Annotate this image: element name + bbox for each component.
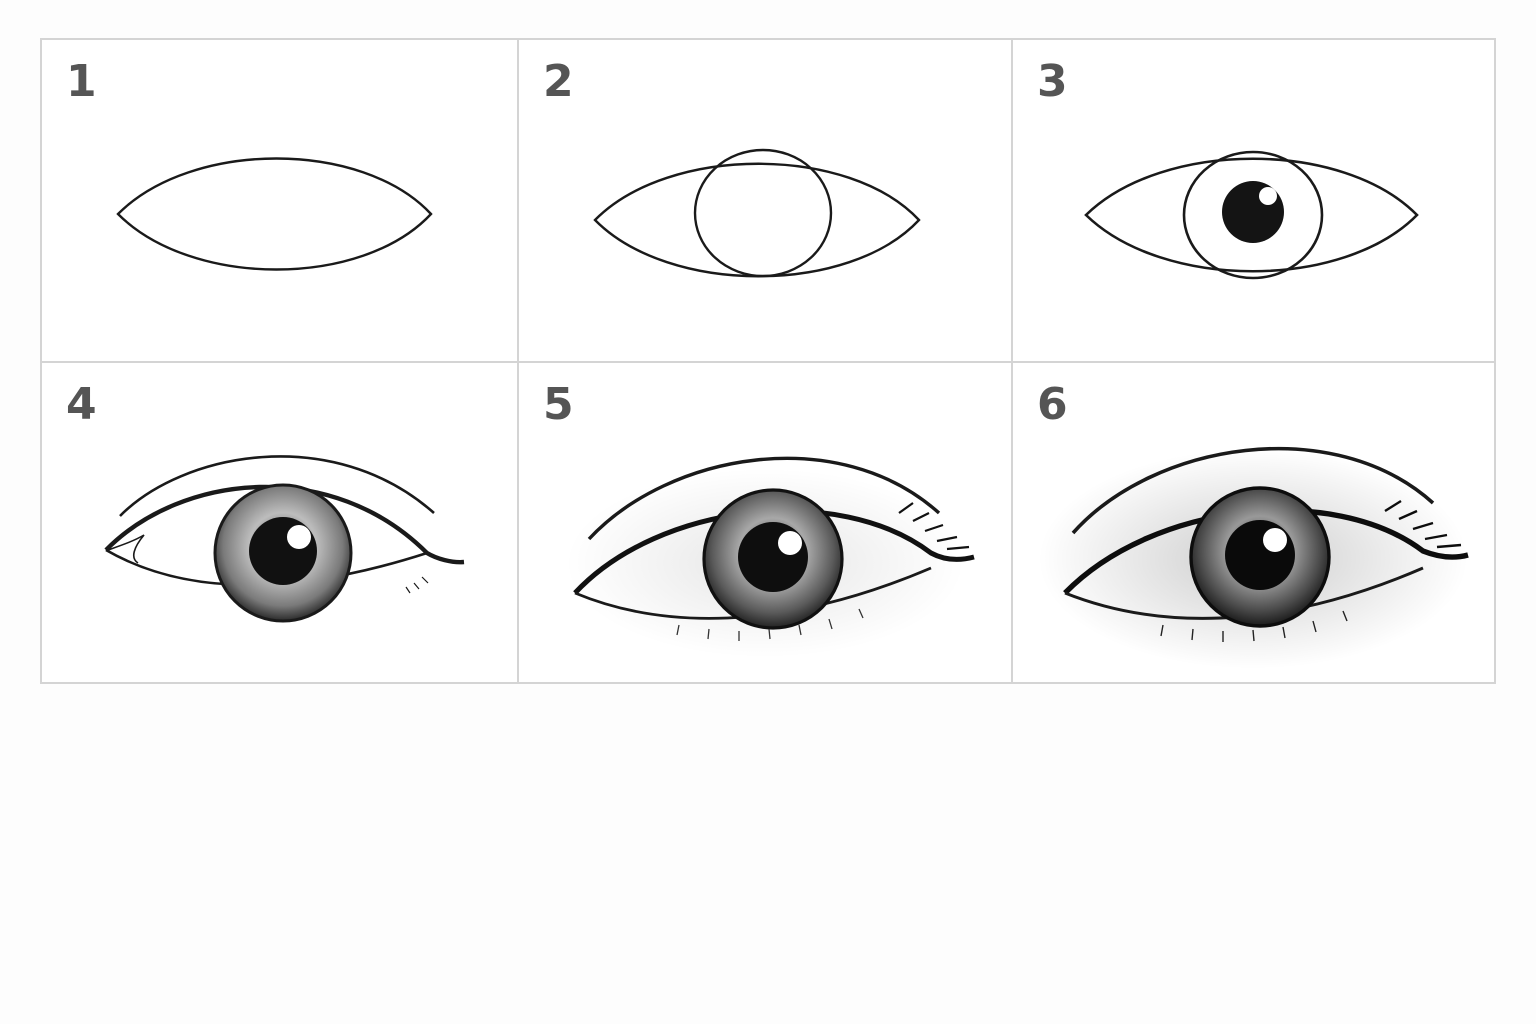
eye-with-lids-drawing <box>104 455 465 623</box>
step-panel-4: 4 <box>42 363 517 682</box>
eye-with-iris-circle-drawing <box>593 148 921 278</box>
iris-circle <box>693 148 833 278</box>
eye-drawing-steps-grid: 1 2 3 4 5 6 <box>40 38 1496 684</box>
pupil <box>249 517 317 585</box>
eye-outline-drawing <box>116 157 433 271</box>
pupil-highlight <box>1259 187 1277 205</box>
eye-almond-outline <box>116 157 433 271</box>
step-panel-5: 5 <box>519 363 1011 682</box>
pupil-highlight <box>287 525 311 549</box>
eye-with-lashes-drawing <box>565 456 975 658</box>
eye-almond-outline <box>593 162 921 278</box>
pupil-highlight <box>778 531 802 555</box>
pupil <box>738 522 808 592</box>
pupil <box>1225 520 1295 590</box>
tear-duct <box>107 534 145 564</box>
eye-with-pupil-drawing <box>1084 150 1419 280</box>
lower-lash-marks <box>405 576 429 594</box>
step-panel-2: 2 <box>519 40 1011 361</box>
step-panel-1: 1 <box>42 40 517 361</box>
eye-fully-shaded-drawing <box>1038 446 1469 669</box>
pupil-highlight <box>1263 528 1287 552</box>
step-panel-3: 3 <box>1013 40 1496 361</box>
step-panel-6: 6 <box>1013 363 1496 682</box>
